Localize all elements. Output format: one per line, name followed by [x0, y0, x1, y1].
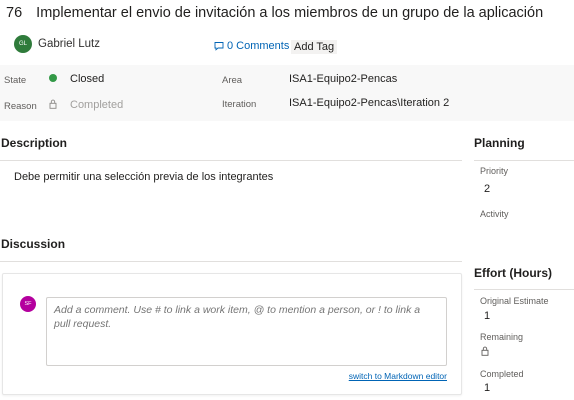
effort-divider — [474, 289, 574, 290]
priority-value[interactable]: 2 — [484, 183, 490, 195]
original-estimate-label: Original Estimate — [480, 296, 549, 306]
switch-to-markdown-link[interactable]: switch to Markdown editor — [349, 371, 447, 381]
comment-icon — [214, 42, 224, 51]
discussion-divider — [0, 261, 462, 262]
assignee-name: Gabriel Lutz — [38, 38, 101, 50]
avatar: GL — [14, 35, 32, 53]
work-item-title-row: 76 Implementar el envio de invitación a … — [6, 5, 543, 21]
area-value[interactable]: ISA1-Equipo2-Pencas — [289, 73, 397, 85]
state-value[interactable]: Closed — [70, 73, 104, 85]
description-text[interactable]: Debe permitir una selección previa de lo… — [14, 171, 273, 183]
comment-input[interactable] — [46, 297, 447, 366]
work-item-title[interactable]: Implementar el envio de invitación a los… — [36, 5, 543, 21]
description-divider — [0, 160, 462, 161]
planning-divider — [474, 160, 574, 161]
avatar: SF — [20, 296, 36, 312]
planning-heading: Planning — [474, 136, 525, 150]
comments-link[interactable]: 0 Comments — [214, 40, 289, 52]
discussion-heading: Discussion — [1, 237, 66, 251]
priority-label: Priority — [480, 166, 509, 176]
area-label: Area — [222, 75, 243, 86]
completed-value[interactable]: 1 — [484, 382, 490, 394]
reason-value: Completed — [70, 99, 124, 111]
work-item-id: 76 — [6, 5, 23, 21]
assigned-to-field[interactable]: GL Gabriel Lutz — [14, 35, 100, 53]
reason-label: Reason — [4, 101, 37, 112]
iteration-label: Iteration — [222, 99, 257, 110]
lock-icon — [481, 346, 489, 356]
add-tag-button[interactable]: Add Tag — [291, 40, 338, 54]
original-estimate-value[interactable]: 1 — [484, 310, 490, 322]
comments-count-label: 0 Comments — [227, 40, 290, 52]
description-heading: Description — [1, 136, 68, 150]
activity-label: Activity — [480, 209, 509, 219]
iteration-value[interactable]: ISA1-Equipo2-Pencas\Iteration 2 — [289, 97, 449, 109]
remaining-label: Remaining — [480, 332, 524, 342]
effort-heading: Effort (Hours) — [474, 266, 552, 280]
completed-label: Completed — [480, 369, 524, 379]
lock-icon — [49, 99, 57, 109]
state-status-dot — [49, 74, 57, 82]
state-label: State — [4, 75, 27, 86]
